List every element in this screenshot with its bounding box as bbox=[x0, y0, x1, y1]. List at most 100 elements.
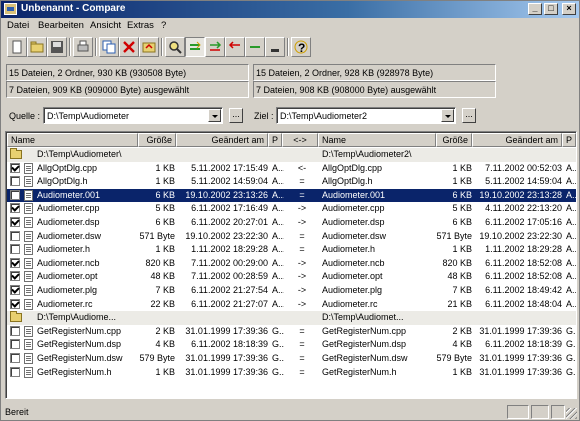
file-attr-right: A... bbox=[566, 271, 577, 282]
menu-bearbeiten[interactable]: Bearbeiten bbox=[38, 20, 84, 31]
target-browse-button[interactable]: ... bbox=[462, 108, 476, 123]
copy-files-icon[interactable] bbox=[99, 37, 119, 57]
source-path-combo[interactable]: D:\Temp\Audiometer bbox=[43, 107, 223, 124]
file-date-left: 6.11.2002 21:27:07 bbox=[191, 298, 268, 309]
table-row[interactable]: Audiometer.h 1 KB 1.11.2002 18:29:28 A... = A… bbox=[7, 243, 576, 257]
file-icon bbox=[24, 366, 33, 378]
open-icon[interactable] bbox=[27, 37, 47, 57]
row-checkbox[interactable] bbox=[10, 285, 20, 295]
file-icon bbox=[24, 271, 33, 283]
file-attr-left: A... bbox=[272, 285, 284, 295]
compare-direction: -> bbox=[297, 257, 307, 268]
row-checkbox[interactable] bbox=[10, 230, 20, 241]
close-button[interactable]: × bbox=[562, 3, 576, 15]
menu-help[interactable]: ? bbox=[161, 20, 166, 31]
row-checkbox[interactable] bbox=[10, 271, 20, 282]
file-date-right: 6.11.2002 17:05:16 bbox=[485, 217, 562, 227]
chevron-down-icon[interactable] bbox=[208, 109, 221, 122]
help-icon[interactable]: ? bbox=[291, 37, 311, 57]
group-path-left: D:\Temp\Audiome... bbox=[37, 312, 117, 323]
table-row[interactable]: GetRegisterNum.dsw 579 Byte 31.01.1999 17:… bbox=[7, 352, 576, 366]
row-checkbox[interactable] bbox=[10, 203, 20, 214]
delete-icon[interactable] bbox=[119, 37, 139, 57]
folder-group-row[interactable]: D:\Temp\Audiome... D:\Temp\Audiomet... bbox=[7, 311, 576, 325]
table-row[interactable]: AllgOptDlg.cpp 1 KB 5.11.2002 17:15:49 A...… bbox=[7, 162, 576, 176]
compare-direction: -> bbox=[297, 271, 307, 282]
print-icon[interactable] bbox=[73, 37, 93, 57]
table-row[interactable]: Audiometer.plg 7 KB 6.11.2002 21:27:54 A...… bbox=[7, 284, 576, 298]
find-icon[interactable] bbox=[165, 37, 185, 57]
table-row[interactable]: Audiometer.cpp 5 KB 6.11.2002 17:16:49 A...… bbox=[7, 202, 576, 216]
menu-ansicht[interactable]: Ansicht bbox=[90, 20, 121, 31]
file-name-left: Audiometer.001 bbox=[37, 189, 101, 200]
column-header-changed-right[interactable]: Geändert am bbox=[472, 133, 562, 147]
file-name-left: Audiometer.ncb bbox=[37, 257, 100, 268]
file-comparison-list[interactable]: Name Größe Geändert am P <-> Name Größe … bbox=[5, 131, 577, 399]
menu-datei[interactable]: Datei bbox=[7, 20, 29, 31]
column-header-p-right[interactable]: P bbox=[562, 133, 576, 147]
row-checkbox[interactable] bbox=[10, 298, 20, 309]
maximize-button[interactable]: □ bbox=[544, 3, 558, 15]
compare-direction: = bbox=[299, 244, 305, 255]
table-row[interactable]: GetRegisterNum.cpp 2 KB 31.01.1999 17:39:3… bbox=[7, 325, 576, 339]
new-icon[interactable] bbox=[7, 37, 27, 57]
file-icon bbox=[24, 353, 33, 364]
copy-left-icon[interactable] bbox=[225, 37, 245, 57]
filter-icon[interactable] bbox=[265, 37, 285, 57]
row-checkbox[interactable] bbox=[10, 162, 20, 173]
column-header-size[interactable]: Größe bbox=[138, 133, 176, 147]
table-row[interactable]: Audiometer.dsw 571 Byte 19.10.2002 23:22:3… bbox=[7, 230, 577, 244]
file-date-right: 6.11.2002 18:48:04 bbox=[485, 298, 562, 309]
resize-grip-icon[interactable] bbox=[566, 408, 577, 419]
column-header-size-right[interactable]: Größe bbox=[436, 133, 472, 147]
row-checkbox[interactable] bbox=[10, 325, 20, 336]
file-name-left: AllgOptDlg.h bbox=[37, 176, 88, 187]
table-row[interactable]: Audiometer.dsp 6 KB 6.11.2002 20:27:01 A...… bbox=[7, 216, 576, 230]
file-attr-right: A... bbox=[566, 298, 577, 309]
title-bar[interactable]: Unbenannt - Compare _ □ × bbox=[1, 1, 579, 18]
row-checkbox[interactable] bbox=[10, 339, 20, 350]
table-row[interactable]: GetRegisterNum.dsp 4 KB 6.11.2002 18:18:39… bbox=[7, 338, 576, 352]
row-checkbox[interactable] bbox=[10, 189, 20, 200]
column-header-name-right[interactable]: Name bbox=[318, 133, 436, 147]
column-header-p[interactable]: P bbox=[268, 133, 282, 147]
row-checkbox[interactable] bbox=[10, 217, 20, 227]
compare-equal-icon[interactable] bbox=[185, 37, 205, 57]
compare-direction: = bbox=[299, 339, 305, 350]
row-checkbox[interactable] bbox=[10, 176, 20, 187]
copy-right-icon[interactable] bbox=[205, 37, 225, 57]
column-header-changed[interactable]: Geändert am bbox=[176, 133, 268, 147]
row-checkbox[interactable] bbox=[10, 257, 20, 268]
file-size-left: 6 KB bbox=[155, 217, 175, 227]
minimize-button[interactable]: _ bbox=[528, 3, 542, 15]
column-header-direction[interactable]: <-> bbox=[282, 133, 318, 147]
refresh-icon[interactable] bbox=[139, 37, 159, 57]
row-checkbox[interactable] bbox=[10, 366, 20, 377]
file-date-left: 5.11.2002 17:15:49 bbox=[191, 162, 268, 173]
table-row[interactable]: AllgOptDlg.h 1 KB 5.11.2002 14:59:04 A... = A… bbox=[7, 175, 576, 189]
file-attr-right: A... bbox=[566, 230, 577, 241]
minus-icon[interactable] bbox=[245, 37, 265, 57]
target-path-combo[interactable]: D:\Temp\Audiometer2 bbox=[276, 107, 456, 124]
file-attr-left: G... bbox=[272, 353, 284, 363]
table-row[interactable]: Audiometer.opt 48 KB 7.11.2002 00:28:59 A..… bbox=[7, 270, 577, 284]
source-browse-button[interactable]: ... bbox=[229, 108, 243, 123]
row-checkbox[interactable] bbox=[10, 244, 20, 255]
column-header-name[interactable]: Name bbox=[7, 133, 138, 147]
folder-group-row[interactable]: D:\Temp\Audiometer\ D:\Temp\Audiometer2\ bbox=[7, 148, 576, 162]
chevron-down-icon[interactable] bbox=[441, 109, 454, 122]
table-row[interactable]: Audiometer.001 6 KB 19.10.2002 23:13:26 A..… bbox=[7, 188, 576, 203]
save-icon[interactable] bbox=[47, 37, 67, 57]
file-attr-left: A... bbox=[272, 271, 284, 282]
file-attr-right: G... bbox=[566, 339, 576, 350]
table-row[interactable]: GetRegisterNum.h 1 KB 31.01.1999 17:39:36 G… bbox=[7, 366, 576, 380]
menu-extras[interactable]: Extras bbox=[127, 20, 154, 31]
file-size-right: 1 KB bbox=[452, 244, 472, 255]
file-attr-left: A... bbox=[272, 257, 284, 268]
file-name-right: Audiometer.opt bbox=[322, 271, 383, 282]
table-row[interactable]: Audiometer.ncb 820 KB 7.11.2002 00:29:00 A.… bbox=[7, 257, 576, 271]
file-date-right: 7.11.2002 00:52:03 bbox=[485, 162, 562, 173]
status-text: Bereit bbox=[5, 407, 29, 417]
row-checkbox[interactable] bbox=[10, 353, 20, 363]
table-row[interactable]: Audiometer.rc 22 KB 6.11.2002 21:27:07 A...… bbox=[7, 298, 577, 312]
